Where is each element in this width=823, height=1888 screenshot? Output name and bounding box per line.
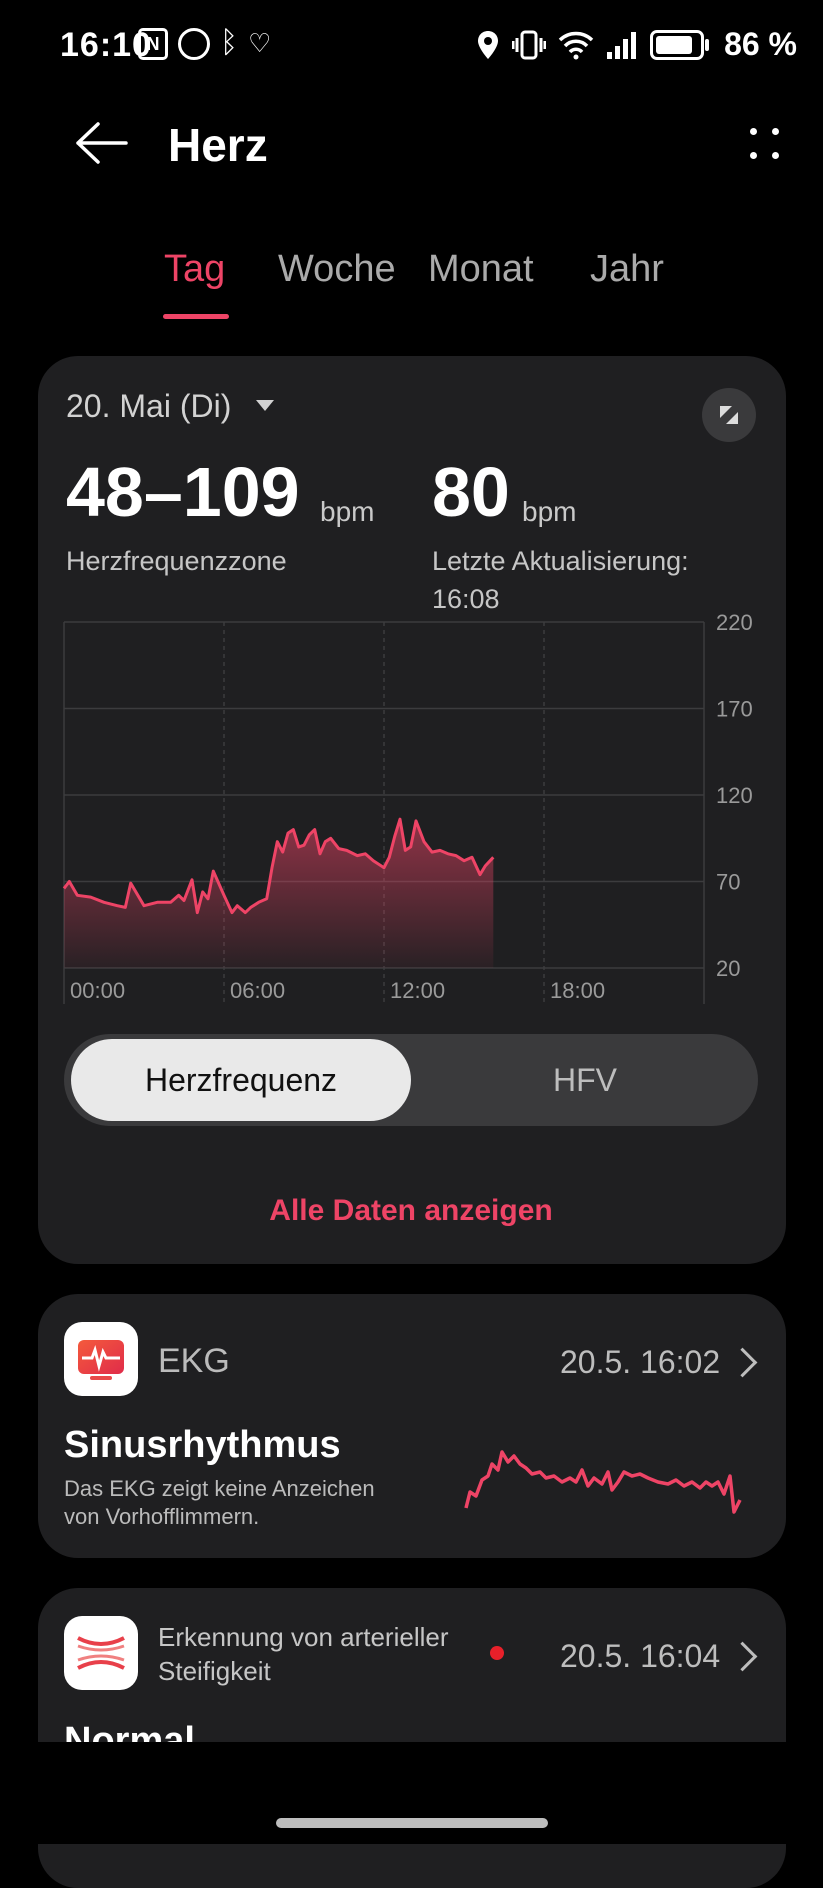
last-update-time: 16:08 xyxy=(432,584,500,614)
ekg-app-icon xyxy=(64,1322,138,1396)
arterial-stiffness-datetime: 20.5. 16:04 xyxy=(560,1638,721,1674)
tab-month[interactable]: Monat xyxy=(428,248,534,291)
artery-icon xyxy=(77,1636,125,1670)
system-nav-bar xyxy=(0,1742,823,1844)
active-tab-indicator xyxy=(163,314,229,319)
more-options-icon[interactable] xyxy=(742,122,792,172)
signal-icon xyxy=(607,31,637,59)
date-selector[interactable]: 20. Mai (Di) xyxy=(66,388,231,425)
home-indicator[interactable] xyxy=(276,1818,548,1828)
heart-rate-range: 48–109 xyxy=(66,453,300,531)
x-tick-label: 06:00 xyxy=(230,978,285,1003)
wifi-icon xyxy=(558,31,594,59)
tab-year[interactable]: Jahr xyxy=(590,248,664,291)
ekg-result: Sinusrhythmus xyxy=(64,1424,341,1466)
x-tick-label: 12:00 xyxy=(390,978,445,1003)
ekg-datetime: 20.5. 16:02 xyxy=(560,1344,721,1380)
y-tick-label: 70 xyxy=(716,870,740,895)
x-tick-label: 18:00 xyxy=(550,978,605,1003)
status-bar: 16:10 N ᛒ ♡ 86 % xyxy=(0,0,823,90)
current-unit: bpm xyxy=(522,496,577,527)
ekg-waveform-thumbnail xyxy=(464,1450,742,1514)
y-tick-label: 20 xyxy=(716,956,740,981)
y-tick-label: 220 xyxy=(716,610,753,635)
ekg-description-line2: von Vorhofflimmern. xyxy=(64,1504,260,1529)
new-data-dot xyxy=(490,1646,504,1660)
expand-icon xyxy=(720,406,738,424)
y-tick-label: 170 xyxy=(716,697,753,722)
y-tick-label: 120 xyxy=(716,783,753,808)
health-sync-icon: ♡ xyxy=(248,28,272,58)
battery-percent: 86 % xyxy=(724,26,797,62)
chevron-down-icon[interactable] xyxy=(256,400,274,411)
range-unit: bpm xyxy=(320,496,375,527)
ekg-description-line1: Das EKG zeigt keine Anzeichen xyxy=(64,1476,375,1501)
bluetooth-icon: ᛒ xyxy=(220,26,238,59)
range-label: Herzfrequenzzone xyxy=(66,546,287,576)
x-tick-label: 00:00 xyxy=(70,978,125,1003)
location-icon xyxy=(478,30,499,59)
alarm-icon xyxy=(178,28,210,60)
tab-day[interactable]: Tag xyxy=(164,248,225,291)
last-update-label: Letzte Aktualisierung: xyxy=(432,546,689,576)
show-all-data-link[interactable]: Alle Daten anzeigen xyxy=(64,1194,758,1228)
arterial-stiffness-app-icon xyxy=(64,1616,138,1690)
ekg-title: EKG xyxy=(158,1342,230,1380)
arterial-stiffness-title-line2: Steifigkeit xyxy=(158,1656,271,1686)
nfc-icon: N xyxy=(138,28,168,60)
heart-rate-chart[interactable]: 220 170 120 70 20 00:00 06:00 12:00 18:00 xyxy=(62,610,753,1004)
fullscreen-button[interactable] xyxy=(702,388,756,442)
page-title: Herz xyxy=(168,119,268,171)
arterial-stiffness-title-line1: Erkennung von arterieller xyxy=(158,1622,449,1652)
back-arrow-icon[interactable] xyxy=(72,118,132,168)
tab-week[interactable]: Woche xyxy=(278,248,396,291)
segment-heart-rate[interactable]: Herzfrequenz xyxy=(71,1039,411,1121)
status-left-icons: N ᛒ ♡ xyxy=(138,28,271,60)
current-heart-rate: 80 xyxy=(432,453,510,531)
status-right-icons: 86 % xyxy=(476,26,797,63)
vibrate-icon xyxy=(512,30,547,59)
segment-hrv[interactable]: HFV xyxy=(420,1039,750,1121)
battery-icon xyxy=(650,29,710,60)
ekg-icon xyxy=(78,1340,124,1380)
